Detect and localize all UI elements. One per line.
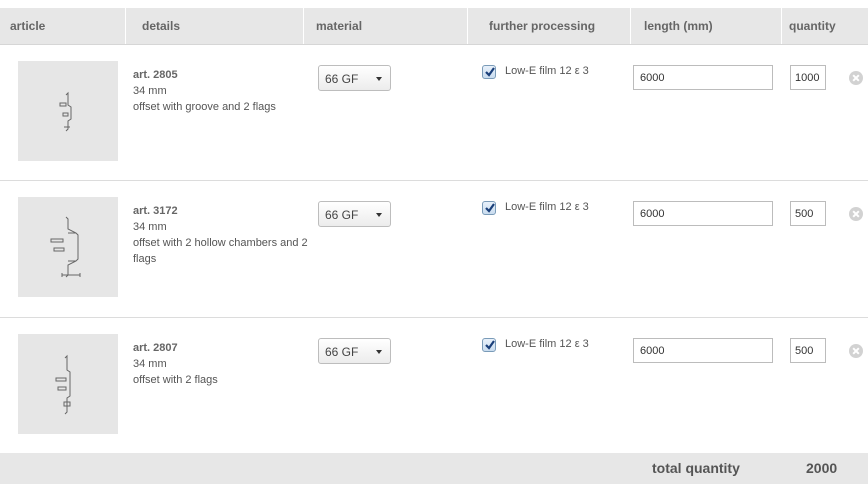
article-number: art. 3172 <box>133 205 178 217</box>
article-description: offset with 2 flags <box>133 374 218 386</box>
processing-checkbox[interactable] <box>482 338 496 352</box>
material-select[interactable]: 66 GF <box>318 65 391 91</box>
total-quantity-label: total quantity <box>652 460 740 476</box>
remove-row-icon[interactable] <box>849 344 863 358</box>
material-select[interactable]: 66 GF <box>318 201 391 227</box>
quantity-input[interactable] <box>790 338 826 363</box>
processing-checkbox[interactable] <box>482 201 496 215</box>
header-details: details <box>142 19 181 33</box>
article-size: 34 mm <box>133 221 167 233</box>
table-footer: total quantity 2000 <box>0 453 868 484</box>
checkmark-icon <box>485 67 495 77</box>
chevron-down-icon <box>376 77 382 81</box>
processing-label: Low-E film 12 ε 3 <box>505 65 589 77</box>
order-table: article details material further process… <box>0 0 868 484</box>
profile-thumbnail <box>18 334 118 434</box>
article-size: 34 mm <box>133 85 167 97</box>
checkmark-icon <box>485 203 495 213</box>
article-details: art. 3172 34 mm offset with 2 hollow cha… <box>133 203 308 267</box>
remove-row-icon[interactable] <box>849 71 863 85</box>
processing-checkbox[interactable] <box>482 65 496 79</box>
processing-label: Low-E film 12 ε 3 <box>505 201 589 213</box>
table-header: article details material further process… <box>0 8 868 45</box>
article-details: art. 2805 34 mm offset with groove and 2… <box>133 67 308 115</box>
table-row: art. 2805 34 mm offset with groove and 2… <box>0 45 868 181</box>
profile-thumbnail <box>18 61 118 161</box>
chevron-down-icon <box>376 350 382 354</box>
checkmark-icon <box>485 340 495 350</box>
profile-drawing-icon <box>59 91 72 132</box>
remove-row-icon[interactable] <box>849 207 863 221</box>
table-row: art. 2807 34 mm offset with 2 flags 66 G… <box>0 318 868 454</box>
chevron-down-icon <box>376 213 382 217</box>
article-description: offset with 2 hollow chambers and 2 flag… <box>133 237 308 265</box>
article-number: art. 2805 <box>133 69 178 81</box>
header-quantity: quantity <box>789 19 836 33</box>
article-details: art. 2807 34 mm offset with 2 flags <box>133 340 308 388</box>
article-description: offset with groove and 2 flags <box>133 101 276 113</box>
processing-label: Low-E film 12 ε 3 <box>505 338 589 350</box>
quantity-input[interactable] <box>790 201 826 226</box>
material-select[interactable]: 66 GF <box>318 338 391 364</box>
profile-drawing-icon <box>55 354 71 415</box>
profile-thumbnail <box>18 197 118 297</box>
length-input[interactable] <box>633 338 773 363</box>
header-further-processing: further processing <box>489 19 596 33</box>
header-material: material <box>316 19 363 33</box>
quantity-input[interactable] <box>790 65 826 90</box>
article-number: art. 2807 <box>133 342 178 354</box>
profile-drawing-icon <box>50 216 81 278</box>
length-input[interactable] <box>633 201 773 226</box>
article-size: 34 mm <box>133 358 167 370</box>
header-length: length (mm) <box>644 19 713 33</box>
header-article: article <box>10 19 46 33</box>
table-row: art. 3172 34 mm offset with 2 hollow cha… <box>0 181 868 317</box>
length-input[interactable] <box>633 65 773 90</box>
total-quantity-value: 2000 <box>806 460 838 476</box>
